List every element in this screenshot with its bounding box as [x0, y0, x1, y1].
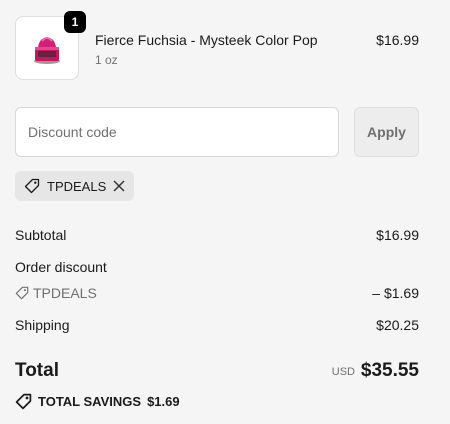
tag-icon: [15, 286, 29, 300]
discount-value: – $1.69: [372, 285, 419, 301]
discount-code-label: TPDEALS: [33, 285, 97, 301]
close-icon[interactable]: [112, 179, 126, 193]
applied-discount-chip: TPDEALS: [15, 171, 134, 201]
tag-icon: [15, 393, 32, 410]
shipping-value: $20.25: [376, 317, 419, 333]
total-label: Total: [15, 360, 59, 381]
total-row: Total USD $35.55: [15, 360, 419, 384]
discount-code-input[interactable]: [15, 107, 339, 157]
savings-value: $1.69: [147, 394, 180, 409]
quantity-badge: 1: [64, 11, 86, 33]
tag-icon: [24, 178, 40, 194]
product-title: Fierce Fuchsia - Mysteek Color Pop: [95, 32, 318, 48]
line-item: 1 Fierce Fuchsia - Mysteek Color Pop 1 o…: [15, 11, 419, 82]
subtotal-label: Subtotal: [15, 227, 67, 243]
total-savings: TOTAL SAVINGS $1.69: [15, 393, 180, 410]
total-amount: $35.55: [360, 360, 419, 381]
apply-discount-button[interactable]: Apply: [354, 107, 419, 157]
product-variant: 1 oz: [95, 53, 118, 67]
subtotal-value: $16.99: [376, 227, 419, 243]
applied-discount-code: TPDEALS: [47, 179, 107, 194]
total-currency: USD: [331, 366, 355, 378]
product-thumbnail: 1: [15, 11, 86, 80]
savings-label: TOTAL SAVINGS: [38, 394, 142, 409]
shipping-label: Shipping: [15, 317, 70, 333]
order-discount-label: Order discount: [15, 259, 107, 275]
product-price: $16.99: [376, 32, 419, 48]
